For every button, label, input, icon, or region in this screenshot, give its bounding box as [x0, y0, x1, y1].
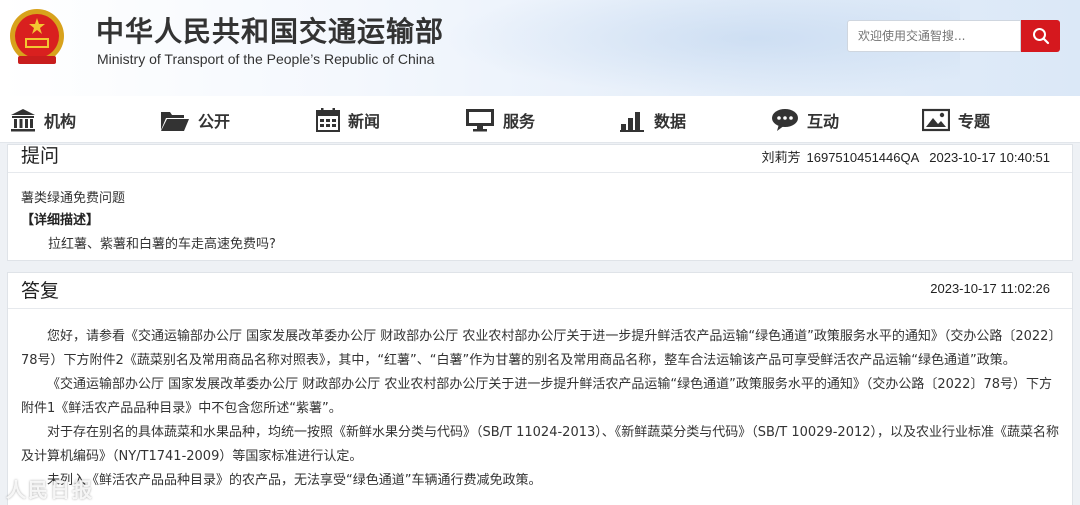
main-nav: 机构 公开 新闻 服务 数据 互动 专题 [0, 96, 1080, 143]
question-header: 提问 刘莉芳 1697510451446QA 2023-10-17 10:40:51 [8, 141, 1072, 173]
nav-label: 互动 [807, 112, 840, 131]
calendar-icon [316, 108, 340, 132]
search-button[interactable] [1021, 20, 1060, 52]
answer-heading: 答复 [21, 280, 60, 302]
institution-icon [11, 109, 35, 132]
folder-icon [161, 112, 189, 131]
nav-label: 专题 [958, 112, 991, 131]
nav-label: 公开 [198, 112, 231, 131]
answer-paragraph: 未列入《鲜活农产品品种目录》的农产品，无法享受“绿色通道”车辆通行费减免政策。 [47, 473, 542, 488]
nav-item-news[interactable]: 新闻 [316, 106, 380, 134]
site-title-cn[interactable]: 中华人民共和国交通运输部 [96, 10, 444, 50]
chat-bubble-icon [772, 109, 798, 131]
nav-item-topics[interactable]: 专题 [922, 106, 990, 134]
search-icon [1032, 28, 1049, 45]
nav-item-data[interactable]: 数据 [620, 106, 686, 134]
answer-paragraph: 您好，请参看《交通运输部办公厅 国家发展改革委办公厅 财政部办公厅 农业农村部办… [21, 329, 1062, 368]
question-author: 刘莉芳 [761, 150, 801, 165]
answer-header: 答复 2023-10-17 11:02:26 [8, 273, 1072, 309]
answer-paragraph: 对于存在别名的具体蔬菜和水果品种，均统一按照《新鲜水果分类与代码》（SB/T 1… [21, 425, 1060, 464]
nav-label: 新闻 [348, 112, 381, 131]
search-input[interactable] [847, 20, 1021, 52]
bar-chart-icon [620, 112, 644, 132]
nav-item-service[interactable]: 服务 [465, 106, 535, 134]
question-subject: 薯类绿通免费问题 [21, 191, 126, 206]
question-code: 1697510451446QA [806, 150, 920, 165]
image-icon [922, 108, 950, 132]
nav-label: 数据 [654, 112, 687, 131]
question-meta: 刘莉芳 1697510451446QA 2023-10-17 10:40:51 [761, 147, 1050, 166]
nav-label: 服务 [503, 112, 536, 131]
answer-time: 2023-10-17 11:02:26 [930, 281, 1050, 296]
question-time: 2023-10-17 10:40:51 [929, 150, 1050, 165]
question-panel: 提问 刘莉芳 1697510451446QA 2023-10-17 10:40:51… [7, 144, 1073, 261]
answer-panel: 答复 2023-10-17 11:02:26 您好，请参看《交通运输部办公厅 国… [7, 272, 1073, 505]
nav-item-institution[interactable]: 机构 [10, 106, 76, 134]
watermark: 人民日报 [6, 478, 94, 502]
answer-body: 您好，请参看《交通运输部办公厅 国家发展改革委办公厅 财政部办公厅 农业农村部办… [21, 325, 1063, 493]
nav-item-public[interactable]: 公开 [160, 106, 230, 134]
detail-label: 【详细描述】 [21, 213, 100, 228]
question-detail: 拉红薯、紫薯和白薯的车走高速免费吗? [48, 237, 276, 252]
answer-paragraph: 《交通运输部办公厅 国家发展改革委办公厅 财政部办公厅 农业农村部办公厅关于进一… [21, 377, 1052, 416]
question-heading: 提问 [21, 145, 60, 167]
national-emblem-icon[interactable] [8, 6, 66, 68]
monitor-icon [466, 109, 494, 132]
nav-item-interaction[interactable]: 互动 [771, 106, 839, 134]
site-title-en: Ministry of Transport of the People’s Re… [97, 51, 435, 67]
nav-label: 机构 [44, 112, 77, 131]
